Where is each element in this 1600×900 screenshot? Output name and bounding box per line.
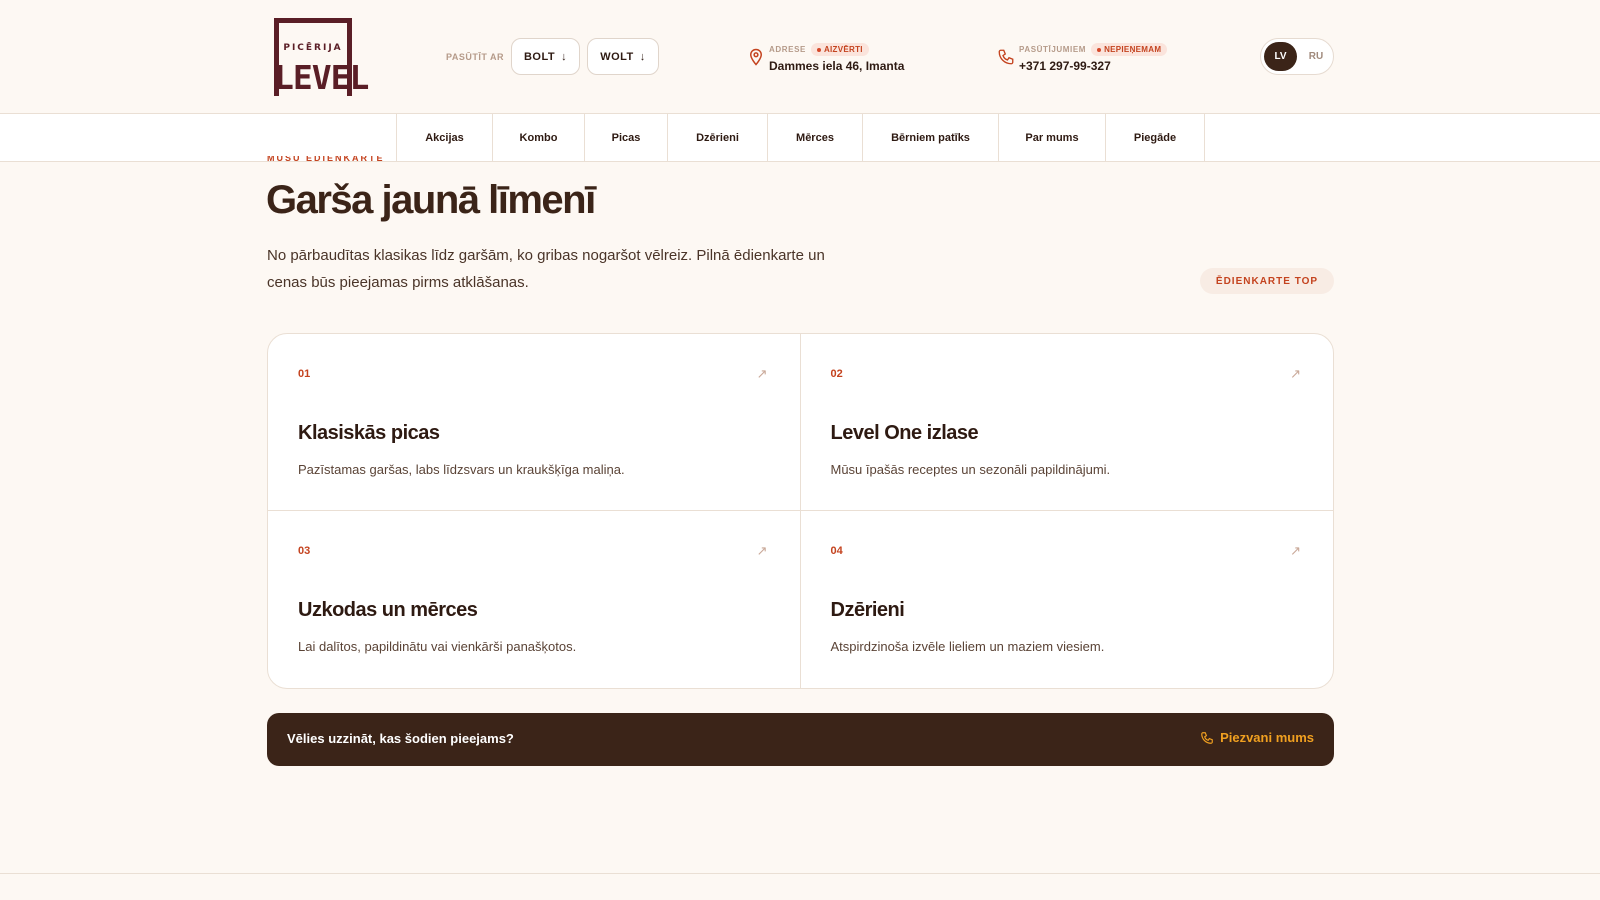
card-description: Lai dalītos, papildinātu vai vienkārši p… [298,639,577,654]
bolt-button[interactable]: BOLT ↓ [511,38,580,75]
nav-item-berniem-patiks[interactable]: Bērniem patīks [863,114,999,162]
card-title: Uzkodas un mērces [298,599,478,621]
category-card-drinks[interactable]: 04 ↗ Dzērieni Atspirdzinoša izvēle lieli… [801,511,1334,688]
arrow-up-right-icon: ↗ [1290,543,1301,558]
bolt-label: BOLT [523,50,556,63]
section-eyebrow: MŪSU ĒDIENKARTE [267,156,385,163]
arrow-up-right-icon: ↗ [1290,366,1301,381]
page-description: No pārbaudītas klasikas līdz garšām, ko … [267,247,825,291]
card-title: Dzērieni [830,599,905,621]
main-nav: Akcijas Kombo Picas Dzērieni Mērces Bērn… [0,114,1600,162]
call-us-label: Piezvani mums [1220,730,1314,745]
wolt-label: WOLT [600,50,634,63]
lang-lv-button[interactable]: LV [1264,42,1297,71]
site-header: PICĒRIJA LEVEL PASŪTĪT AR BOLT ↓ WOLT ↓ … [0,0,1600,114]
footer-divider [0,873,1600,874]
card-description: Atspirdzinoša izvēle lieliem un maziem v… [830,639,1105,654]
call-us-link[interactable]: Piezvani mums [1200,730,1314,745]
orders-status: NEPIEŅEMAM [1104,45,1162,54]
address-label: ADRESE [769,45,806,54]
card-title: Klasiskās picas [298,422,440,444]
address-status: AIZVĒRTI [823,45,863,54]
nav-items: Akcijas Kombo Picas Dzērieni Mērces Bērn… [396,114,1205,162]
status-badge: AIZVĒRTI [810,43,869,56]
arrow-down-icon: ↓ [639,50,646,63]
status-dot-icon [816,47,821,52]
address-label-row: ADRESE AIZVĒRTI [769,43,869,56]
language-switch: LV RU [1260,38,1334,75]
orders-label: PASŪTĪJUMIEM [1019,45,1087,54]
card-description: Pazīstamas garšas, labs līdzsvars un kra… [298,462,625,477]
menu-top-button[interactable]: ĒDIENKARTE TOP [1200,268,1334,294]
nav-item-piegade[interactable]: Piegāde [1106,114,1205,162]
lang-ru-button[interactable]: RU [1301,42,1331,71]
status-badge: NEPIEŅEMAM [1091,43,1168,56]
card-title: Level One izlase [830,422,979,444]
address-value: Dammes iela 46, Imanta [769,59,905,73]
arrow-up-right-icon: ↗ [756,366,768,381]
category-card-level-one[interactable]: 02 ↗ Level One izlase Mūsu īpašās recept… [800,334,1333,511]
order-label: PASŪTĪT AR [446,52,504,62]
phone-number[interactable]: +371 297-99-327 [1019,59,1111,73]
card-description: Mūsu īpašās receptes un sezonāli papildi… [830,462,1111,477]
card-number: 02 [830,368,843,380]
nav-item-kombo[interactable]: Kombo [493,114,585,162]
logo-top-text: PICĒRIJA [283,43,343,53]
call-to-action-bar: Vēlies uzzināt, kas šodien pieejams? Pie… [267,713,1334,766]
card-number: 01 [298,368,311,380]
nav-item-akcijas[interactable]: Akcijas [397,114,493,162]
orders-label-row: PASŪTĪJUMIEM NEPIEŅEMAM [1019,43,1168,56]
wolt-button[interactable]: WOLT ↓ [587,38,659,75]
nav-item-merces[interactable]: Mērces [768,114,863,162]
location-pin-icon [749,48,763,66]
page-title: Garša jaunā līmenī [266,178,596,222]
category-card-snacks-sauces[interactable]: 03 ↗ Uzkodas un mērces Lai dalītos, papi… [268,511,801,688]
nav-item-dzerieni[interactable]: Dzērieni [668,114,768,162]
category-card-classic-pizzas[interactable]: 01 ↗ Klasiskās picas Pazīstamas garšas, … [268,334,801,511]
menu-category-grid: 01 ↗ Klasiskās picas Pazīstamas garšas, … [267,333,1334,689]
status-dot-icon [1097,47,1102,52]
logo-main-text: LEVEL [274,58,369,97]
nav-item-par-mums[interactable]: Par mums [999,114,1106,162]
card-number: 03 [298,545,311,557]
arrow-up-right-icon: ↗ [756,543,768,558]
phone-icon [1201,731,1213,744]
card-number: 04 [830,545,843,557]
logo[interactable]: PICĒRIJA LEVEL [274,18,369,97]
cta-text: Vēlies uzzināt, kas šodien pieejams? [287,731,514,746]
nav-item-picas[interactable]: Picas [585,114,668,162]
phone-icon [998,49,1014,65]
arrow-down-icon: ↓ [561,50,568,63]
